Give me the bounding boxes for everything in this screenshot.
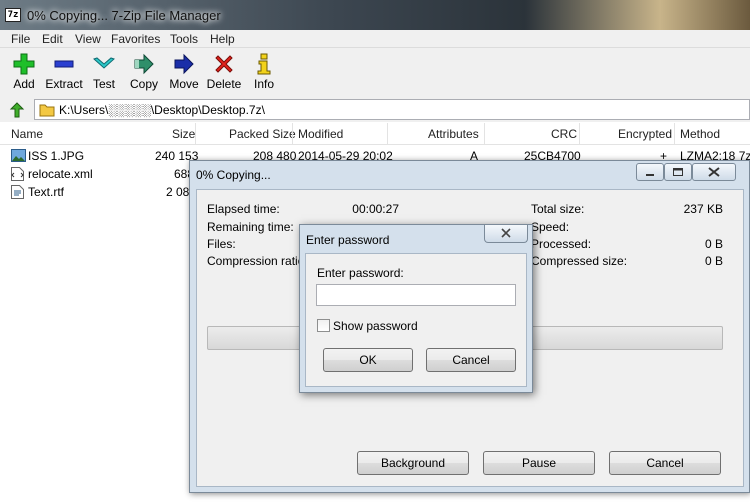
column-attributes[interactable]: Attributes (428, 127, 479, 141)
processed-value: 0 B (704, 237, 723, 251)
menu-view[interactable]: View (75, 32, 101, 46)
copying-dialog-title: 0% Copying... (196, 168, 271, 182)
address-field[interactable]: K:\Users\░░░░░\Desktop\Desktop.7z\ (34, 99, 750, 120)
ok-button[interactable]: OK (323, 348, 413, 372)
extract-label: Extract (45, 77, 83, 91)
minus-icon (54, 60, 74, 68)
enter-password-dialog: Enter password Enter password: Show pass… (299, 224, 533, 393)
total-size-label: Total size: (531, 202, 585, 216)
column-name[interactable]: Name (11, 127, 43, 141)
extract-button[interactable]: Extract (42, 53, 86, 91)
7zip-app-icon[interactable]: 7z (5, 8, 21, 22)
menu-help[interactable]: Help (210, 32, 235, 46)
xml-file-icon (11, 167, 24, 181)
menu-edit[interactable]: Edit (42, 32, 63, 46)
show-password-label[interactable]: Show password (333, 319, 418, 333)
file-name: Text.rtf (28, 185, 65, 199)
add-button[interactable]: Add (2, 53, 46, 91)
move-arrow-icon (174, 53, 194, 75)
image-file-icon (11, 149, 26, 162)
delete-x-icon (215, 55, 233, 73)
test-label: Test (92, 77, 115, 91)
column-modified[interactable]: Modified (298, 127, 343, 141)
info-icon (257, 53, 271, 75)
menu-tools[interactable]: Tools (170, 32, 198, 46)
close-icon (501, 228, 511, 238)
move-button[interactable]: Move (162, 53, 206, 91)
close-button[interactable] (692, 163, 736, 181)
elapsed-time-label: Elapsed time: (207, 202, 280, 216)
pause-button[interactable]: Pause (483, 451, 595, 475)
processed-label: Processed: (531, 237, 592, 251)
background-button[interactable]: Background (357, 451, 469, 475)
copy-arrow-icon (134, 53, 154, 75)
copy-button[interactable]: Copy (122, 53, 166, 91)
compressed-size-value: 0 B (704, 254, 723, 268)
toolbar: Add Extract Test Copy Move Delete Info (0, 48, 750, 98)
address-bar: K:\Users\░░░░░\Desktop\Desktop.7z\ (0, 98, 750, 122)
folder-icon (39, 104, 55, 117)
delete-label: Delete (206, 77, 242, 91)
column-packed-size[interactable]: Packed Size (229, 127, 296, 141)
title-bar[interactable]: 7z 0% Copying... 7-Zip File Manager (0, 0, 750, 30)
add-label: Add (13, 77, 35, 91)
column-encrypted[interactable]: Encrypted (618, 127, 672, 141)
rtf-file-icon (11, 185, 24, 199)
address-path: K:\Users\░░░░░\Desktop\Desktop.7z\ (59, 103, 265, 117)
copy-label: Copy (129, 77, 158, 91)
file-name: ISS 1.JPG (28, 149, 85, 163)
close-icon (708, 167, 720, 177)
restore-icon (673, 168, 683, 176)
menu-file[interactable]: File (11, 32, 30, 46)
password-close-button[interactable] (484, 225, 528, 243)
cancel-password-button[interactable]: Cancel (426, 348, 516, 372)
total-size-value: 237 KB (683, 202, 723, 216)
files-label: Files: (207, 237, 236, 251)
speed-label: Speed: (531, 220, 570, 234)
checkmark-icon (93, 57, 115, 69)
column-method[interactable]: Method (680, 127, 720, 141)
minimize-icon (646, 174, 654, 176)
delete-button[interactable]: Delete (202, 53, 246, 91)
minimize-button[interactable] (636, 163, 664, 181)
password-input[interactable] (316, 284, 516, 306)
show-password-checkbox[interactable] (317, 319, 330, 332)
compressed-size-label: Compressed size: (531, 254, 628, 268)
add-icon (13, 53, 35, 75)
column-size[interactable]: Size (172, 127, 195, 141)
test-button[interactable]: Test (82, 53, 126, 91)
column-crc[interactable]: CRC (551, 127, 577, 141)
compression-ratio-label: Compression ratio: (207, 254, 308, 268)
password-dialog-body: Enter password: Show password OK Cancel (305, 253, 527, 387)
maximize-button[interactable] (664, 163, 692, 181)
menu-bar: File Edit View Favorites Tools Help (0, 30, 750, 48)
window-title: 0% Copying... 7-Zip File Manager (27, 8, 221, 23)
info-button[interactable]: Info (242, 53, 286, 91)
file-name: relocate.xml (28, 167, 93, 181)
cancel-copy-button[interactable]: Cancel (609, 451, 721, 475)
elapsed-time-value: 00:00:27 (352, 202, 399, 216)
column-header-row: Name Size Packed Size Modified Attribute… (0, 123, 750, 145)
menu-favorites[interactable]: Favorites (111, 32, 160, 46)
up-folder-icon[interactable] (9, 102, 25, 118)
password-dialog-title: Enter password (306, 233, 390, 247)
password-prompt-label: Enter password: (317, 266, 404, 280)
move-label: Move (169, 77, 199, 91)
remaining-time-label: Remaining time: (207, 220, 294, 234)
info-label: Info (253, 77, 274, 91)
